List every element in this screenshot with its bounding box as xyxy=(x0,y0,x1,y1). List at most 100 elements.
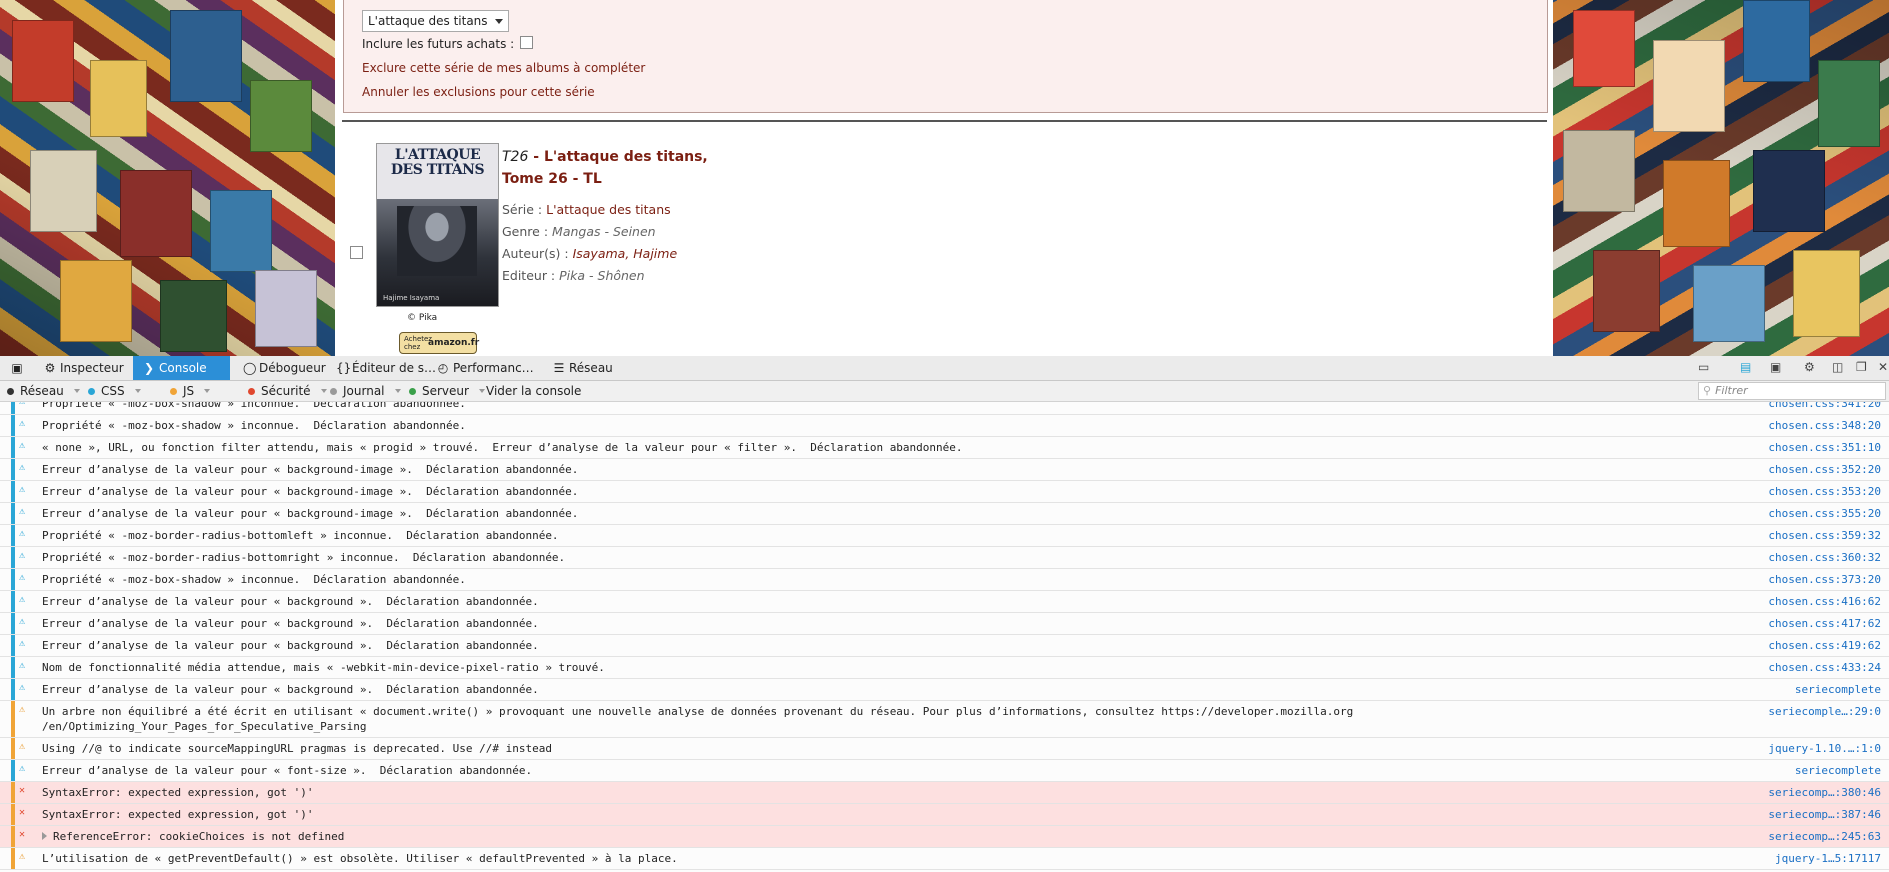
filter-dot xyxy=(88,388,95,395)
message-category-bar xyxy=(11,738,15,759)
tab-network[interactable]: ☰ Réseau xyxy=(553,356,613,380)
message-source-link[interactable]: chosen.css:353:20 xyxy=(1768,484,1881,499)
console-error-row[interactable]: ✕ SyntaxError: expected expression, got '… xyxy=(0,804,1889,826)
collage-tile xyxy=(1573,10,1635,87)
message-category-bar xyxy=(11,760,15,781)
pick-element-icon[interactable]: ▣ xyxy=(6,356,28,380)
filter-dot xyxy=(330,388,337,395)
album-cover[interactable]: L'ATTAQUE DES TITANS Hajime Isayama xyxy=(376,143,499,307)
message-text-content: ReferenceError: cookieChoices is not def… xyxy=(53,830,345,843)
message-category-bar xyxy=(11,459,15,480)
album-title[interactable]: T26 - L'attaque des titans, Tome 26 - TL xyxy=(502,146,708,190)
message-source-link[interactable]: chosen.css:355:20 xyxy=(1768,506,1881,521)
filter-input[interactable]: ⚲ Filtrer xyxy=(1698,382,1886,400)
author-link[interactable]: Isayama, Hajime xyxy=(573,246,678,261)
message-source-link[interactable]: chosen.css:341:20 xyxy=(1768,402,1881,411)
series-select[interactable]: L'attaque des titans xyxy=(362,10,509,32)
filter-dot xyxy=(409,388,416,395)
console-warning-row[interactable]: ⚠ Propriété « -moz-box-shadow » inconnue.… xyxy=(0,569,1889,591)
console-warning-row[interactable]: ⚠ Erreur d’analyse de la valeur pour « ba… xyxy=(0,635,1889,657)
console-warning-row[interactable]: ⚠ « none », URL, ou fonction filter atten… xyxy=(0,437,1889,459)
console-warning-row[interactable]: ⚠ Erreur d’analyse de la valeur pour « ba… xyxy=(0,613,1889,635)
console-warning-row[interactable]: ⚠ Propriété « -moz-box-shadow » inconnue.… xyxy=(0,415,1889,437)
console-warning-row[interactable]: ⚠ Using //@ to indicate sourceMappingURL … xyxy=(0,738,1889,760)
message-text-content: Erreur d’analyse de la valeur pour « bac… xyxy=(42,507,579,520)
message-text-content: Propriété « -moz-box-shadow » inconnue. … xyxy=(42,573,466,586)
filter-css[interactable]: CSS xyxy=(88,383,141,399)
album-checkbox[interactable] xyxy=(350,246,363,259)
message-source-link[interactable]: chosen.css:360:32 xyxy=(1768,550,1881,565)
expand-triangle-icon[interactable] xyxy=(42,832,47,840)
message-source-link[interactable]: chosen.css:419:62 xyxy=(1768,638,1881,653)
message-source-link[interactable]: jquery-1.10.…:1:0 xyxy=(1768,741,1881,756)
message-text-content: Propriété « -moz-border-radius-bottomrig… xyxy=(42,551,566,564)
performance-icon: ◴ xyxy=(437,361,449,375)
console-warning-row[interactable]: ⚠ Propriété « -moz-border-radius-bottomle… xyxy=(0,525,1889,547)
collage-tile xyxy=(1793,250,1860,337)
console-warning-row[interactable]: ⚠ Nom de fonctionnalité média attendue, m… xyxy=(0,657,1889,679)
message-source-link[interactable]: seriecomplete xyxy=(1795,682,1881,697)
message-category-bar xyxy=(11,657,15,678)
message-source-link[interactable]: seriecomp…:380:46 xyxy=(1768,785,1881,800)
collage-tile xyxy=(1593,250,1660,332)
console-warning-row[interactable]: ⚠ Propriété « -moz-border-radius-bottomri… xyxy=(0,547,1889,569)
dock-side-icon[interactable]: ◫ xyxy=(1832,360,1843,374)
futurs-checkbox[interactable] xyxy=(520,36,534,49)
message-source-link[interactable]: jquery-1…5:17117 xyxy=(1775,851,1881,866)
split-console-icon[interactable]: ▤ xyxy=(1740,360,1751,374)
console-warning-row[interactable]: ⚠ Erreur d’analyse de la valeur pour « ba… xyxy=(0,481,1889,503)
message-source-link[interactable]: chosen.css:351:10 xyxy=(1768,440,1881,455)
tab-inspector[interactable]: ⚙ Inspecteur xyxy=(44,356,124,380)
message-source-link[interactable]: chosen.css:359:32 xyxy=(1768,528,1881,543)
message-text-content: L’utilisation de « getPreventDefault() »… xyxy=(42,852,678,865)
gear-icon[interactable]: ⚙ xyxy=(1804,360,1815,374)
message-text-content: Propriété « -moz-border-radius-bottomlef… xyxy=(42,529,559,542)
message-text: Erreur d’analyse de la valeur pour « bac… xyxy=(0,481,1559,502)
serie-link[interactable]: L'attaque des titans xyxy=(546,202,671,217)
cancel-exclusions-link[interactable]: Annuler les exclusions pour cette série xyxy=(362,85,595,99)
message-source-link[interactable]: chosen.css:373:20 xyxy=(1768,572,1881,587)
console-warning-row[interactable]: ⚠ Erreur d’analyse de la valeur pour « ba… xyxy=(0,679,1889,701)
console-error-row[interactable]: ✕ ReferenceError: cookieChoices is not de… xyxy=(0,826,1889,848)
console-warning-row[interactable]: ⚠ Propriété « -moz-box-shadow » inconnue.… xyxy=(0,402,1889,415)
filter-log[interactable]: Journal xyxy=(330,383,401,399)
console-warning-row[interactable]: ⚠ L’utilisation de « getPreventDefault() … xyxy=(0,848,1889,870)
message-source-link[interactable]: chosen.css:348:20 xyxy=(1768,418,1881,433)
collage-tile xyxy=(255,270,317,347)
tab-console[interactable]: ❯ Console xyxy=(133,356,230,380)
exclude-series-link[interactable]: Exclure cette série de mes albums à comp… xyxy=(362,61,645,75)
message-source-link[interactable]: seriecomp…:245:63 xyxy=(1768,829,1881,844)
console-warning-row[interactable]: ⚠ Un arbre non équilibré a été écrit en u… xyxy=(0,701,1889,738)
tab-style-editor[interactable]: {}Éditeur de s… xyxy=(336,356,436,380)
message-text-content: Propriété « -moz-box-shadow » inconnue. … xyxy=(42,402,466,410)
message-source-link[interactable]: seriecomplete xyxy=(1795,763,1881,778)
filter-js[interactable]: JS xyxy=(170,383,211,399)
filter-placeholder: Filtrer xyxy=(1715,384,1748,397)
undock-icon[interactable]: ❐ xyxy=(1856,360,1867,374)
tab-debugger[interactable]: ◯ Débogueur xyxy=(243,356,326,380)
message-source-link[interactable]: chosen.css:352:20 xyxy=(1768,462,1881,477)
message-source-link[interactable]: seriecomple…:29:0 xyxy=(1768,704,1881,719)
amazon-button[interactable]: Achetez chez amazon.fr xyxy=(399,332,480,354)
main-content: L'attaque des titans Inclure les futurs … xyxy=(335,0,1553,356)
clear-console-button[interactable]: Vider la console xyxy=(486,383,581,399)
message-source-link[interactable]: seriecomp…:387:46 xyxy=(1768,807,1881,822)
message-source-link[interactable]: chosen.css:417:62 xyxy=(1768,616,1881,631)
filter-server[interactable]: Serveur xyxy=(409,383,485,399)
console-warning-row[interactable]: ⚠ Erreur d’analyse de la valeur pour « ba… xyxy=(0,503,1889,525)
tab-performance[interactable]: ◴ Performanc… xyxy=(437,356,534,380)
console-warning-row[interactable]: ⚠ Erreur d’analyse de la valeur pour « fo… xyxy=(0,760,1889,782)
amazon-logo: amazon.fr xyxy=(428,338,480,348)
console-error-row[interactable]: ✕ SyntaxError: expected expression, got '… xyxy=(0,782,1889,804)
responsive-mode-icon[interactable]: ▭ xyxy=(1698,360,1709,374)
style-editor-icon: {} xyxy=(336,361,352,375)
close-icon[interactable]: ✕ xyxy=(1878,360,1888,374)
collage-tile xyxy=(90,60,147,137)
filter-security[interactable]: Sécurité xyxy=(248,383,327,399)
console-warning-row[interactable]: ⚠ Erreur d’analyse de la valeur pour « ba… xyxy=(0,591,1889,613)
filter-network[interactable]: Réseau xyxy=(7,383,80,399)
console-warning-row[interactable]: ⚠ Erreur d’analyse de la valeur pour « ba… xyxy=(0,459,1889,481)
message-source-link[interactable]: chosen.css:416:62 xyxy=(1768,594,1881,609)
screenshot-icon[interactable]: ▣ xyxy=(1770,360,1781,374)
message-source-link[interactable]: chosen.css:433:24 xyxy=(1768,660,1881,675)
